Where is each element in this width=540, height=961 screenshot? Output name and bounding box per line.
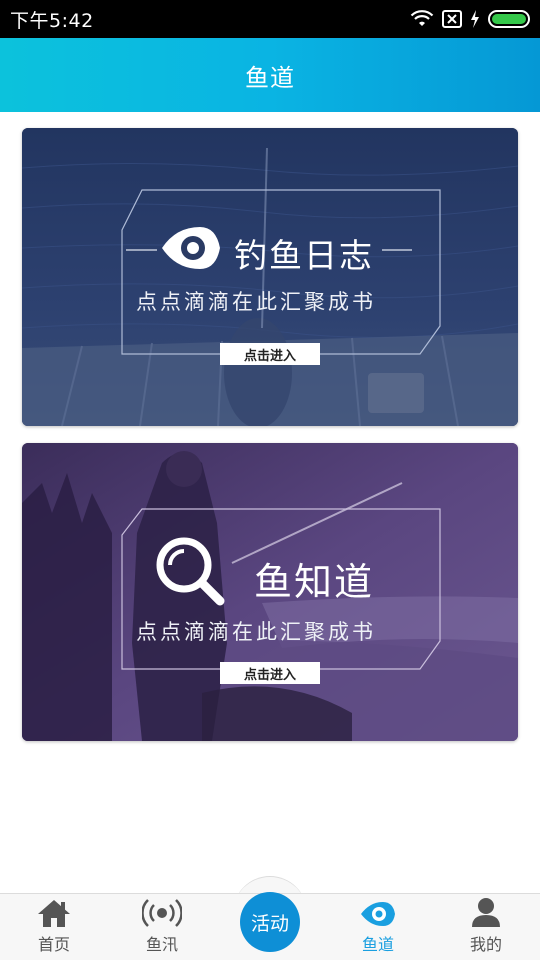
tab-label: 首页 [37, 935, 70, 954]
card-frame [121, 189, 441, 355]
broadcast-icon [142, 899, 182, 927]
fish-eye-icon [162, 227, 220, 269]
tab-fish-way[interactable]: 鱼道 [324, 894, 432, 961]
battery-icon [488, 10, 530, 28]
tab-label: 我的 [469, 935, 502, 954]
status-icons [410, 10, 530, 28]
home-icon [38, 900, 70, 927]
tab-fish-forecast[interactable]: 鱼汛 [108, 894, 216, 961]
battery-level [492, 14, 526, 24]
tab-mine[interactable]: 我的 [432, 894, 540, 961]
charging-icon [471, 10, 479, 28]
wifi-icon [410, 10, 434, 26]
card-slogan: 点点滴滴在此汇聚成书 [136, 620, 376, 644]
enter-button[interactable]: 点击进入 [220, 343, 320, 365]
page-title: 鱼道 [245, 63, 295, 92]
tab-label: 鱼汛 [145, 935, 178, 954]
activity-button[interactable]: 活动 [240, 892, 300, 952]
app-header: 鱼道 [0, 38, 540, 112]
fish-know-card[interactable]: 鱼知道 点点滴滴在此汇聚成书 点击进入 [22, 443, 518, 741]
tab-label: 鱼道 [361, 935, 394, 954]
magnifier-icon [156, 537, 225, 606]
user-icon [472, 898, 500, 927]
card-title: 鱼知道 [254, 560, 375, 604]
card-title: 钓鱼日志 [234, 236, 374, 275]
status-time: 下午5:42 [10, 9, 94, 32]
card-slogan: 点点滴滴在此汇聚成书 [136, 290, 376, 314]
fish-eye-icon [361, 902, 395, 926]
fishing-log-card[interactable]: 钓鱼日志 点点滴滴在此汇聚成书 点击进入 [22, 128, 518, 426]
no-sim-icon [442, 10, 462, 28]
enter-button[interactable]: 点击进入 [220, 662, 320, 684]
status-bar: 下午5:42 [0, 0, 540, 38]
tab-home[interactable]: 首页 [0, 894, 108, 961]
